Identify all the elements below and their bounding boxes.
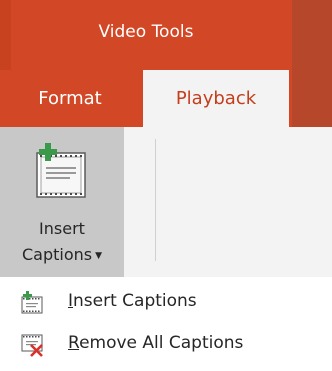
insert-captions-label-line1: Insert xyxy=(39,219,85,238)
remove-captions-mnemonic: R xyxy=(68,333,80,353)
insert-captions-label-line2-text: Captions xyxy=(21,245,93,264)
ribbon-panel: Insert Captions ▼ xyxy=(0,127,332,278)
menu-item-insert-captions-label: Insert Captions xyxy=(68,291,197,311)
insert-captions-label-line2: Captions ▼ xyxy=(0,245,124,264)
menu-item-remove-all-captions-label: Remove All Captions xyxy=(68,333,243,353)
ribbon-group-divider xyxy=(155,139,156,261)
contextual-title-band: Video Tools xyxy=(0,0,332,127)
insert-captions-label-rest: nsert Captions xyxy=(73,291,197,311)
title-band-shade xyxy=(292,0,332,127)
captions-dropdown-menu: Insert Captions Remove All Captions xyxy=(0,277,332,371)
insert-captions-icon xyxy=(34,141,88,205)
menu-item-insert-captions[interactable]: Insert Captions xyxy=(0,283,332,323)
contextual-tab-title: Video Tools xyxy=(98,22,194,42)
tab-playback[interactable]: Playback xyxy=(143,70,289,127)
insert-captions-icon xyxy=(20,291,44,319)
tab-format[interactable]: Format xyxy=(18,70,122,127)
insert-captions-button[interactable]: Insert Captions ▼ xyxy=(0,127,124,277)
menu-item-remove-all-captions[interactable]: Remove All Captions xyxy=(0,325,332,365)
chevron-down-icon: ▼ xyxy=(95,251,103,261)
tab-row: Format Playback xyxy=(0,70,292,127)
remove-captions-icon xyxy=(20,333,44,361)
remove-captions-label-rest: emove All Captions xyxy=(79,333,244,353)
